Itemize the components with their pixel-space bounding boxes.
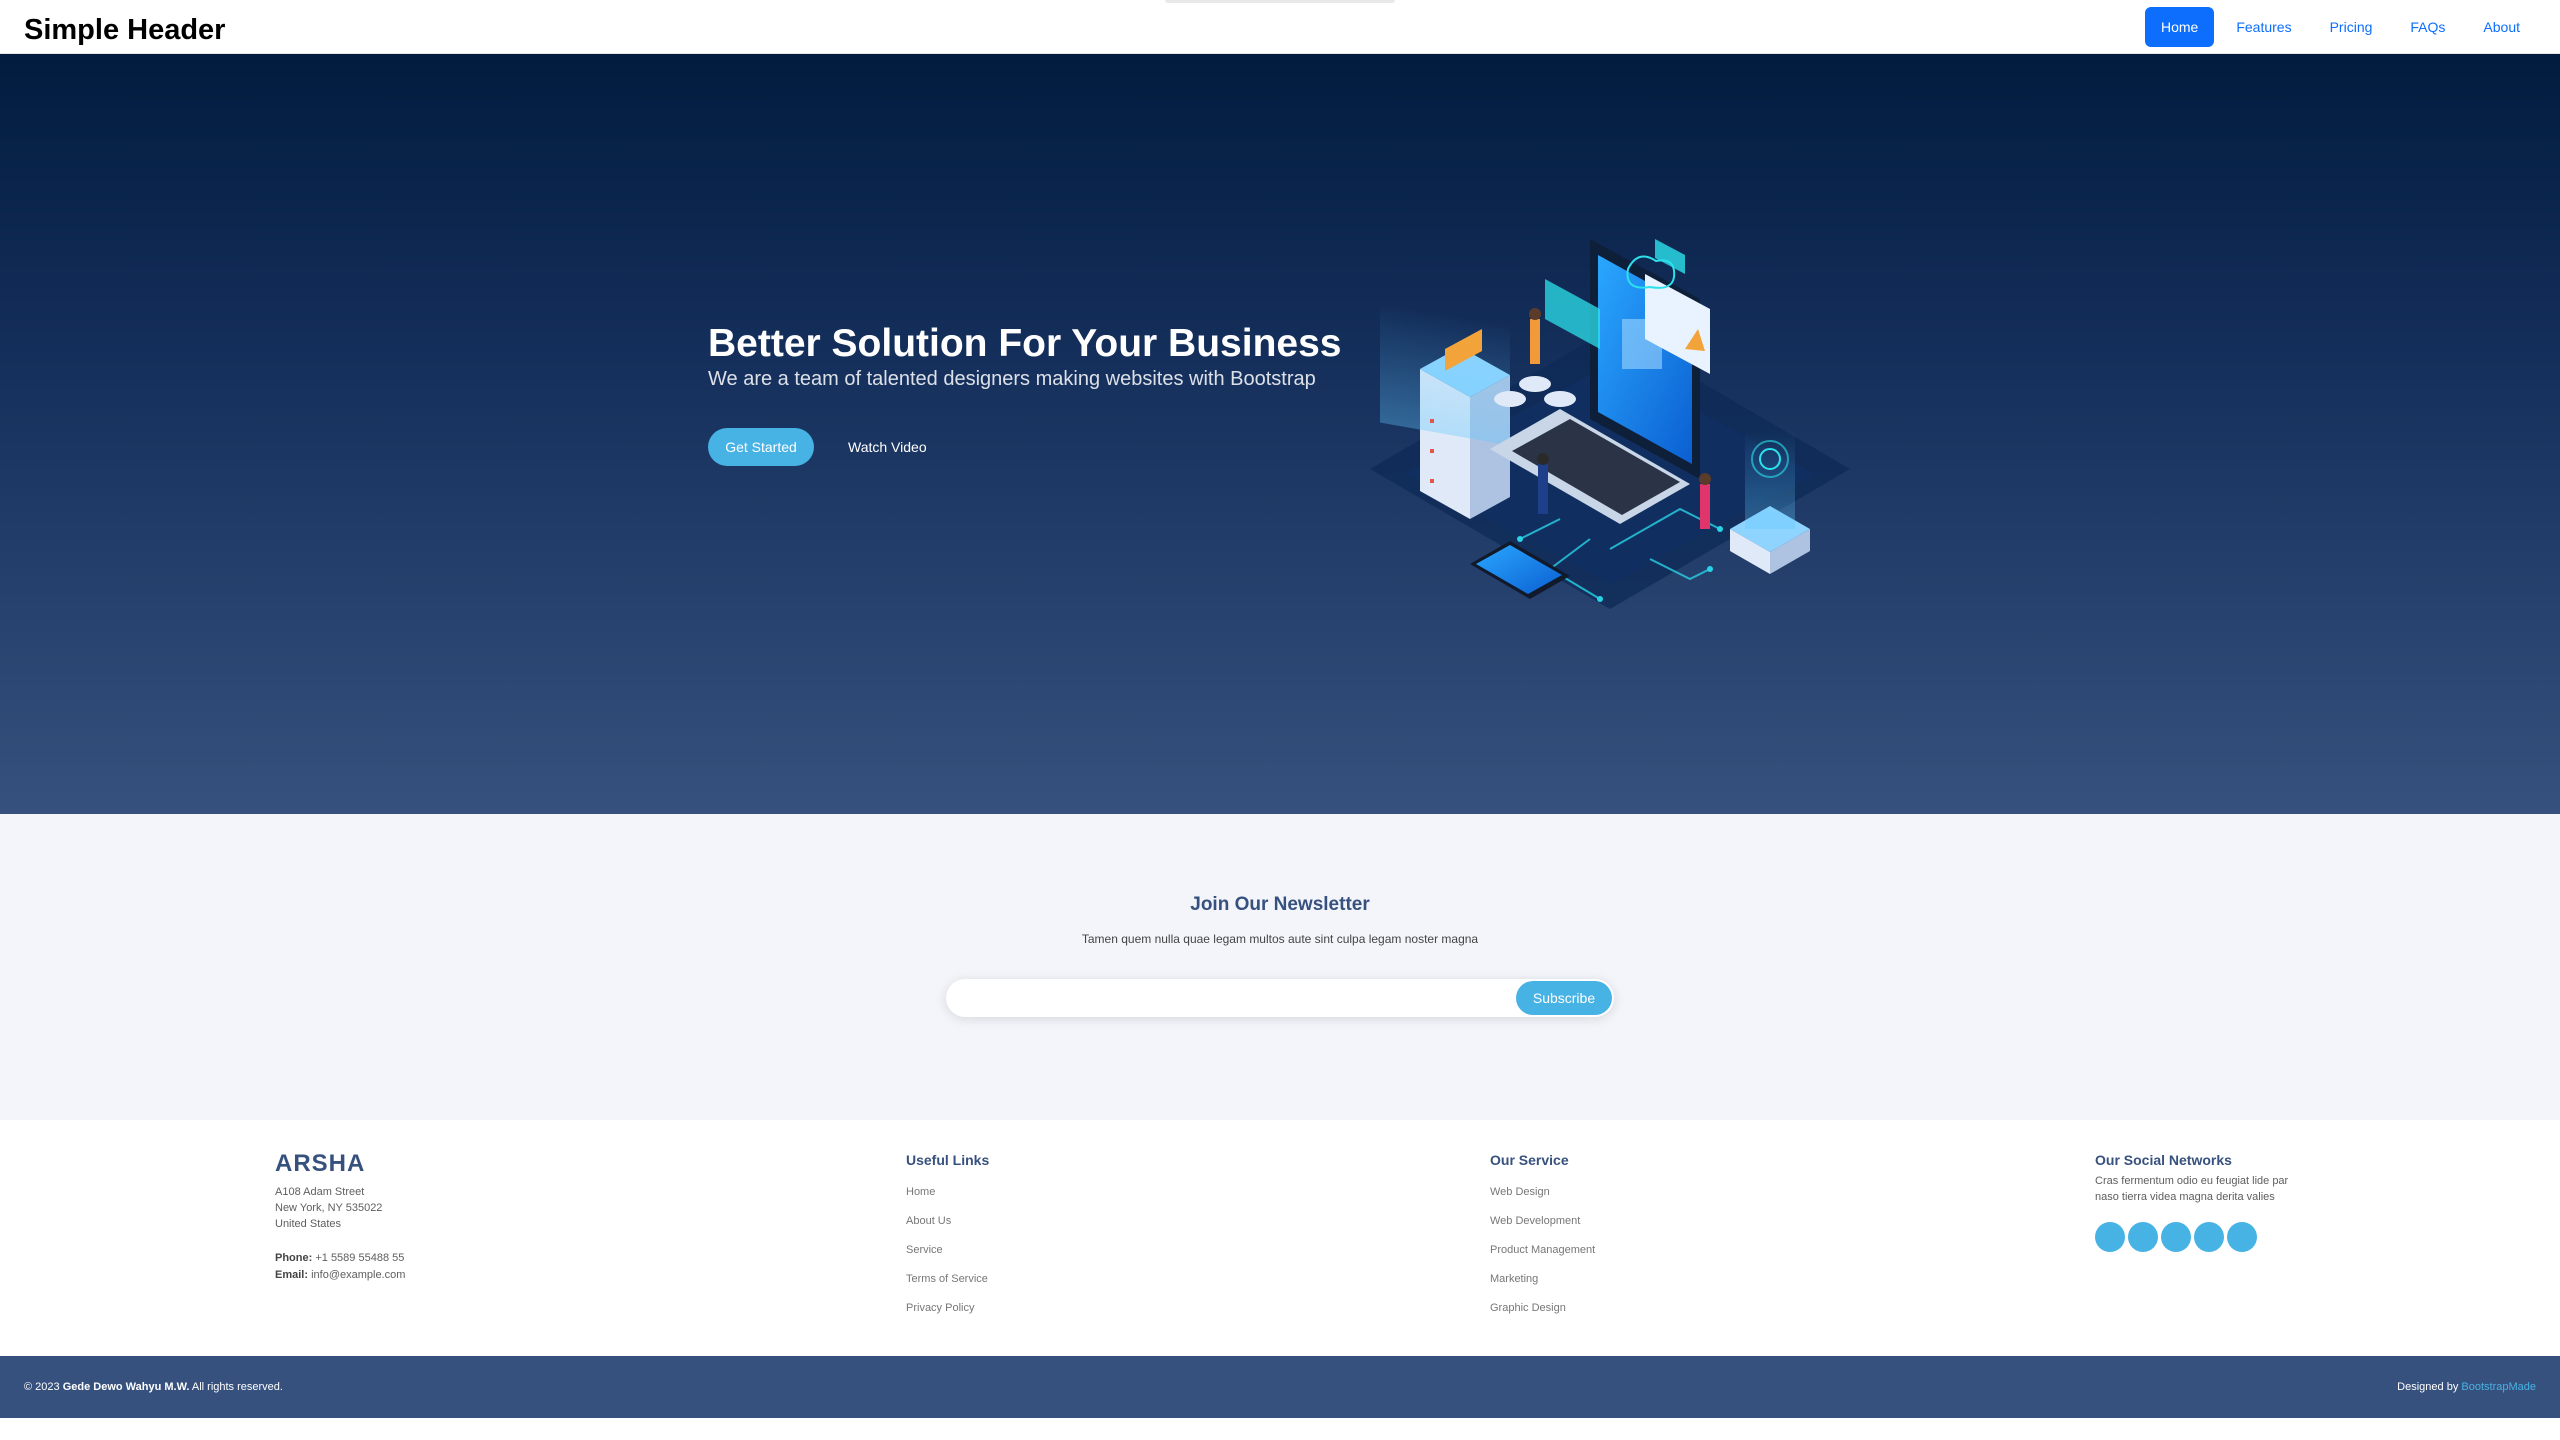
social-title: Our Social Networks xyxy=(2095,1152,2232,1168)
email-value[interactable]: info@example.com xyxy=(311,1269,405,1281)
footer-link-home[interactable]: Home xyxy=(906,1184,988,1213)
footer-top: ARSHA A108 Adam Street New York, NY 5350… xyxy=(0,1120,2560,1356)
email-label: Email: xyxy=(275,1269,309,1281)
footer-link-about[interactable]: About Us xyxy=(906,1213,988,1242)
address-line: United States xyxy=(275,1218,342,1230)
copyright-suffix: All rights reserved. xyxy=(191,1381,283,1393)
copyright-prefix: © 2023 xyxy=(24,1381,60,1393)
footer-contact: Phone: +1 5589 55488 55 Email: info@exam… xyxy=(275,1250,405,1284)
address-line: A108 Adam Street xyxy=(275,1186,365,1198)
service-link-product-management[interactable]: Product Management xyxy=(1490,1242,1595,1271)
social-links xyxy=(2095,1222,2257,1252)
instagram-icon[interactable] xyxy=(2161,1222,2191,1252)
subscribe-button[interactable]: Subscribe xyxy=(1516,981,1612,1015)
service-link-marketing[interactable]: Marketing xyxy=(1490,1271,1595,1300)
footer-link-privacy[interactable]: Privacy Policy xyxy=(906,1300,988,1329)
copyright: © 2023 Gede Dewo Wahyu M.W. All rights r… xyxy=(24,1381,283,1393)
skype-icon[interactable] xyxy=(2194,1222,2224,1252)
designed-by-label: Designed by xyxy=(2397,1381,2459,1393)
newsletter-form: Subscribe xyxy=(946,979,1614,1017)
useful-links-title: Useful Links xyxy=(906,1152,990,1168)
newsletter-title: Join Our Newsletter xyxy=(1190,894,1370,915)
service-link-graphic-design[interactable]: Graphic Design xyxy=(1490,1300,1595,1329)
designed-by-link[interactable]: BootstrapMade xyxy=(2461,1381,2536,1393)
newsletter-section: Join Our Newsletter Tamen quem nulla qua… xyxy=(0,814,2560,1120)
social-text: Cras fermentum odio eu feugiat lide par … xyxy=(2095,1175,2289,1203)
footer-link-terms[interactable]: Terms of Service xyxy=(906,1271,988,1300)
services-list: Web Design Web Development Product Manag… xyxy=(1490,1184,1595,1329)
header-decoration xyxy=(1165,0,1395,3)
services-title: Our Service xyxy=(1490,1152,1569,1168)
nav-features[interactable]: Features xyxy=(2220,7,2307,47)
phone-value: +1 5589 55488 55 xyxy=(315,1252,405,1264)
copyright-name: Gede Dewo Wahyu M.W. xyxy=(62,1381,190,1393)
twitter-icon[interactable] xyxy=(2095,1222,2125,1252)
service-link-web-design[interactable]: Web Design xyxy=(1490,1184,1595,1213)
facebook-icon[interactable] xyxy=(2128,1222,2158,1252)
site-brand[interactable]: Simple Header xyxy=(24,14,225,47)
main-nav: Home Features Pricing FAQs About xyxy=(2144,7,2536,47)
footer-link-service[interactable]: Service xyxy=(906,1242,988,1271)
watch-video-button[interactable]: Watch Video xyxy=(848,428,927,466)
footer-bottom: © 2023 Gede Dewo Wahyu M.W. All rights r… xyxy=(0,1356,2560,1418)
address-line: New York, NY 535022 xyxy=(275,1202,383,1214)
hero-illustration xyxy=(1370,239,1850,609)
service-link-web-development[interactable]: Web Development xyxy=(1490,1213,1595,1242)
useful-links-list: Home About Us Service Terms of Service P… xyxy=(906,1184,988,1329)
page-bottom-margin xyxy=(0,1418,2560,1440)
linkedin-icon[interactable] xyxy=(2227,1222,2257,1252)
newsletter-email-input[interactable] xyxy=(946,979,1516,1017)
nav-faqs[interactable]: FAQs xyxy=(2394,7,2461,47)
nav-home[interactable]: Home xyxy=(2144,7,2215,47)
credits: Designed by BootstrapMade xyxy=(2397,1381,2536,1393)
site-header: Simple Header Home Features Pricing FAQs… xyxy=(0,0,2560,54)
nav-about[interactable]: About xyxy=(2467,7,2536,47)
newsletter-text: Tamen quem nulla quae legam multos aute … xyxy=(1081,932,1479,946)
hero-subtitle: We are a team of talented designers maki… xyxy=(708,368,1316,390)
phone-label: Phone: xyxy=(275,1252,313,1264)
nav-pricing[interactable]: Pricing xyxy=(2314,7,2389,47)
footer-logo: ARSHA xyxy=(275,1150,366,1177)
hero-section: Better Solution For Your Business We are… xyxy=(0,54,2560,814)
hero-title: Better Solution For Your Business xyxy=(708,322,1342,365)
get-started-button[interactable]: Get Started xyxy=(708,428,814,466)
footer-address: A108 Adam Street New York, NY 535022 Uni… xyxy=(275,1184,382,1232)
